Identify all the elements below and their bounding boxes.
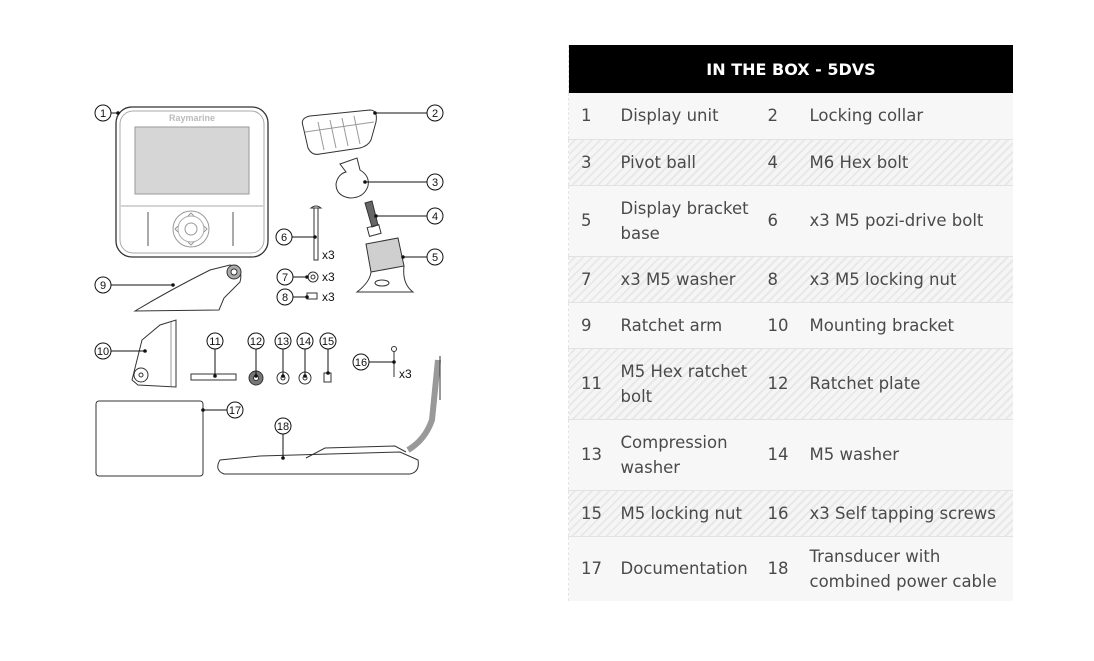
callout-6: 6 — [281, 232, 287, 244]
item-label: Display unit — [620, 93, 768, 140]
item-number: 2 — [767, 93, 810, 140]
callout-13: 13 — [277, 336, 289, 348]
table-row: 15 M5 locking nut 16 x3 Self tapping scr… — [568, 490, 1013, 537]
callout-12: 12 — [250, 336, 262, 348]
item-label: x3 M5 locking nut — [809, 256, 1013, 303]
callout-8: 8 — [282, 292, 288, 304]
parts-diagram: Raymarine 1 2 3 4 5 6 7 8 9 10 11 12 13 … — [0, 0, 560, 661]
item-number: 9 — [568, 302, 621, 349]
item-number: 5 — [568, 185, 621, 257]
quantity-label-7: x3 — [322, 270, 335, 284]
callout-4: 4 — [432, 211, 438, 223]
item-number: 11 — [568, 348, 621, 420]
callout-10: 10 — [97, 346, 109, 358]
bracket-base-drawing — [355, 237, 415, 293]
item-label: Ratchet arm — [620, 302, 768, 349]
callout-7: 7 — [282, 272, 288, 284]
callout-3: 3 — [432, 177, 438, 189]
table-row: 13 Compression washer 14 M5 washer — [568, 419, 1013, 491]
table-row: 11 M5 Hex ratchet bolt 12 Ratchet plate — [568, 348, 1013, 420]
item-number: 6 — [767, 185, 810, 257]
in-the-box-table: IN THE BOX - 5DVS 1 Display unit 2 Locki… — [568, 45, 1013, 601]
table-row: 9 Ratchet arm 10 Mounting bracket — [568, 302, 1013, 349]
callout-11: 11 — [209, 336, 220, 348]
quantity-label-16: x3 — [399, 367, 412, 381]
item-label: Locking collar — [809, 93, 1013, 140]
item-label: Pivot ball — [620, 139, 768, 186]
item-label: M5 Hex ratchet bolt — [620, 348, 768, 420]
hex-bolt-drawing — [364, 200, 382, 237]
brand-logo: Raymarine — [169, 113, 215, 123]
item-number: 10 — [767, 302, 810, 349]
item-label: x3 Self tapping screws — [809, 490, 1013, 537]
item-label: M6 Hex bolt — [809, 139, 1013, 186]
item-number: 16 — [767, 490, 810, 537]
table-row: 5 Display bracket base 6 x3 M5 pozi-driv… — [568, 185, 1013, 257]
item-label: x3 M5 washer — [620, 256, 768, 303]
item-number: 13 — [568, 419, 621, 491]
item-label: Documentation — [620, 559, 748, 579]
callout-9: 9 — [100, 280, 106, 292]
item-number: 18 — [767, 559, 789, 579]
pivot-ball-drawing — [335, 157, 369, 199]
callout-2: 2 — [432, 108, 438, 120]
locking-collar-drawing — [301, 109, 377, 155]
callout-17: 17 — [229, 405, 241, 417]
item-number: 7 — [568, 256, 621, 303]
item-label: M5 locking nut — [620, 490, 768, 537]
locking-nut-drawing — [306, 292, 318, 300]
callout-5: 5 — [432, 252, 438, 264]
item-number: 1 — [568, 93, 621, 140]
ratchet-bolt-drawing — [190, 373, 237, 381]
item-number: 12 — [767, 348, 810, 420]
item-number: 14 — [767, 419, 810, 491]
table-row: 3 Pivot ball 4 M6 Hex bolt — [568, 139, 1013, 186]
documentation-drawing — [95, 400, 204, 477]
callout-16: 16 — [355, 357, 367, 369]
quantity-label-8: x3 — [322, 290, 335, 304]
item-label: Mounting bracket — [809, 302, 1013, 349]
callout-15: 15 — [322, 336, 334, 348]
mounting-bracket-drawing — [131, 319, 177, 388]
item-number: 15 — [568, 490, 621, 537]
quantity-label-6: x3 — [322, 248, 335, 262]
callout-1: 1 — [100, 108, 106, 120]
table-title: IN THE BOX - 5DVS — [568, 45, 1013, 93]
callout-18: 18 — [277, 421, 289, 433]
table-row: 1 Display unit 2 Locking collar — [568, 93, 1013, 140]
callout-14: 14 — [299, 336, 311, 348]
ratchet-arm-drawing — [133, 264, 242, 312]
table-row: 7 x3 M5 washer 8 x3 M5 locking nut — [568, 256, 1013, 303]
item-number: 8 — [767, 256, 810, 303]
table-row: 17 Documentation 18 Transducer with comb… — [568, 536, 1013, 601]
washer-drawing — [307, 271, 319, 283]
item-label: Transducer with combined power cable — [809, 546, 997, 591]
item-label: M5 washer — [809, 419, 1013, 491]
display-unit-drawing — [115, 106, 269, 258]
pozi-drive-bolt-drawing — [309, 205, 323, 261]
item-label: x3 M5 pozi-drive bolt — [809, 185, 1013, 257]
item-number: 3 — [568, 139, 621, 186]
item-label: Compression washer — [620, 419, 768, 491]
item-label: Display bracket base — [620, 185, 768, 257]
item-label: Ratchet plate — [809, 348, 1013, 420]
item-number: 17 — [581, 559, 602, 579]
item-number: 4 — [767, 139, 810, 186]
